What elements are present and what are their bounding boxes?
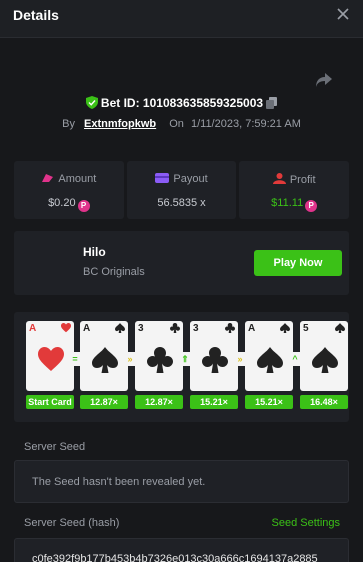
- spade-icon: [280, 323, 290, 333]
- card-rank: A: [29, 323, 37, 334]
- bet-stats: Amount $0.20 P Payout 56.5835 x Profit $1…: [14, 161, 350, 219]
- bet-datetime: 1/11/2023, 7:59:21 AM: [190, 118, 301, 130]
- server-seed-field: The Seed hasn't been revealed yet.: [14, 460, 349, 503]
- guess-arrow-icon: »: [233, 352, 247, 366]
- guess-arrow-icon: »: [123, 352, 137, 366]
- card-multiplier: 16.48×: [300, 395, 348, 409]
- playing-card: A: [245, 321, 293, 391]
- card-multiplier: 12.87×: [80, 395, 128, 409]
- on-label: On: [169, 118, 184, 130]
- game-panel: Hilo BC Originals Play Now: [14, 231, 349, 295]
- guess-arrow-icon: ^: [288, 352, 302, 366]
- copy-icon[interactable]: [266, 97, 278, 109]
- server-seed-hash-value: c0fe392f9b177b453b4b7326e013c30a666c1694…: [32, 553, 318, 562]
- payout-label: Payout: [173, 173, 208, 185]
- card-rank: 3: [193, 323, 199, 334]
- profit-icon: [272, 173, 286, 184]
- amount-label: Amount: [58, 173, 97, 185]
- card-rank: 5: [303, 323, 309, 334]
- playing-card: A: [80, 321, 128, 391]
- payout-value: 56.5835 x: [157, 197, 206, 209]
- profit-stat: Profit $11.11 P: [239, 161, 350, 219]
- server-seed-value: The Seed hasn't been revealed yet.: [32, 476, 206, 488]
- spade-icon: [92, 347, 118, 373]
- play-now-button[interactable]: Play Now: [254, 250, 342, 276]
- playing-card: 3: [135, 321, 183, 391]
- shield-check-icon: [85, 96, 98, 109]
- coin-icon: P: [77, 200, 90, 212]
- card-rank: A: [83, 323, 91, 334]
- wallet-icon: [155, 173, 170, 183]
- card-multiplier: 15.21×: [245, 395, 293, 409]
- cards-history: A Start Card A 12.87× 3 12.87× 3 15.21× A 15.21× 5…: [14, 312, 349, 422]
- modal-header: Details: [0, 0, 363, 38]
- server-seed-hash-label: Server Seed (hash): [24, 517, 120, 529]
- spade-icon: [257, 347, 283, 373]
- username-link[interactable]: Extnmfopkwb: [84, 118, 156, 130]
- seed-settings-link[interactable]: Seed Settings: [272, 517, 341, 529]
- bet-id: Bet ID: 101083635859325003: [100, 96, 264, 110]
- heart-icon: [61, 323, 71, 333]
- card-multiplier: 12.87×: [135, 395, 183, 409]
- playing-card: A: [26, 321, 74, 391]
- card-rank: A: [248, 323, 256, 334]
- server-seed-hash-field[interactable]: c0fe392f9b177b453b4b7326e013c30a666c1694…: [14, 538, 349, 562]
- bet-byline: By Extnmfopkwb On 1/11/2023, 7:59:21 AM: [0, 118, 363, 130]
- spade-icon: [312, 347, 338, 373]
- game-name: Hilo: [83, 245, 106, 259]
- club-icon: [147, 347, 173, 373]
- share-icon[interactable]: [315, 72, 333, 88]
- guess-arrow-icon: ⇑: [178, 352, 192, 366]
- card-multiplier: 15.21×: [190, 395, 238, 409]
- club-icon: [225, 323, 235, 333]
- coin-icon: P: [305, 200, 318, 212]
- server-seed-label: Server Seed: [24, 441, 86, 453]
- amount-value: $0.20: [48, 197, 76, 209]
- heart-icon: [38, 347, 64, 371]
- by-label: By: [62, 118, 75, 130]
- card-multiplier: Start Card: [26, 395, 74, 409]
- guess-arrow-icon: =: [68, 352, 82, 366]
- playing-card: 5: [300, 321, 348, 391]
- profit-value: $11.11: [271, 197, 304, 209]
- modal-title: Details: [13, 7, 59, 23]
- coins-icon: [42, 174, 54, 182]
- playing-card: 3: [190, 321, 238, 391]
- close-icon[interactable]: [335, 6, 351, 22]
- game-provider: BC Originals: [83, 266, 145, 278]
- bet-id-row: Bet ID: 101083635859325003: [0, 96, 363, 110]
- spade-icon: [335, 323, 345, 333]
- profit-label: Profit: [289, 174, 316, 186]
- spade-icon: [115, 323, 125, 333]
- payout-stat: Payout 56.5835 x: [126, 161, 237, 219]
- card-rank: 3: [138, 323, 144, 334]
- amount-stat: Amount $0.20 P: [14, 161, 124, 219]
- club-icon: [170, 323, 180, 333]
- club-icon: [202, 347, 228, 373]
